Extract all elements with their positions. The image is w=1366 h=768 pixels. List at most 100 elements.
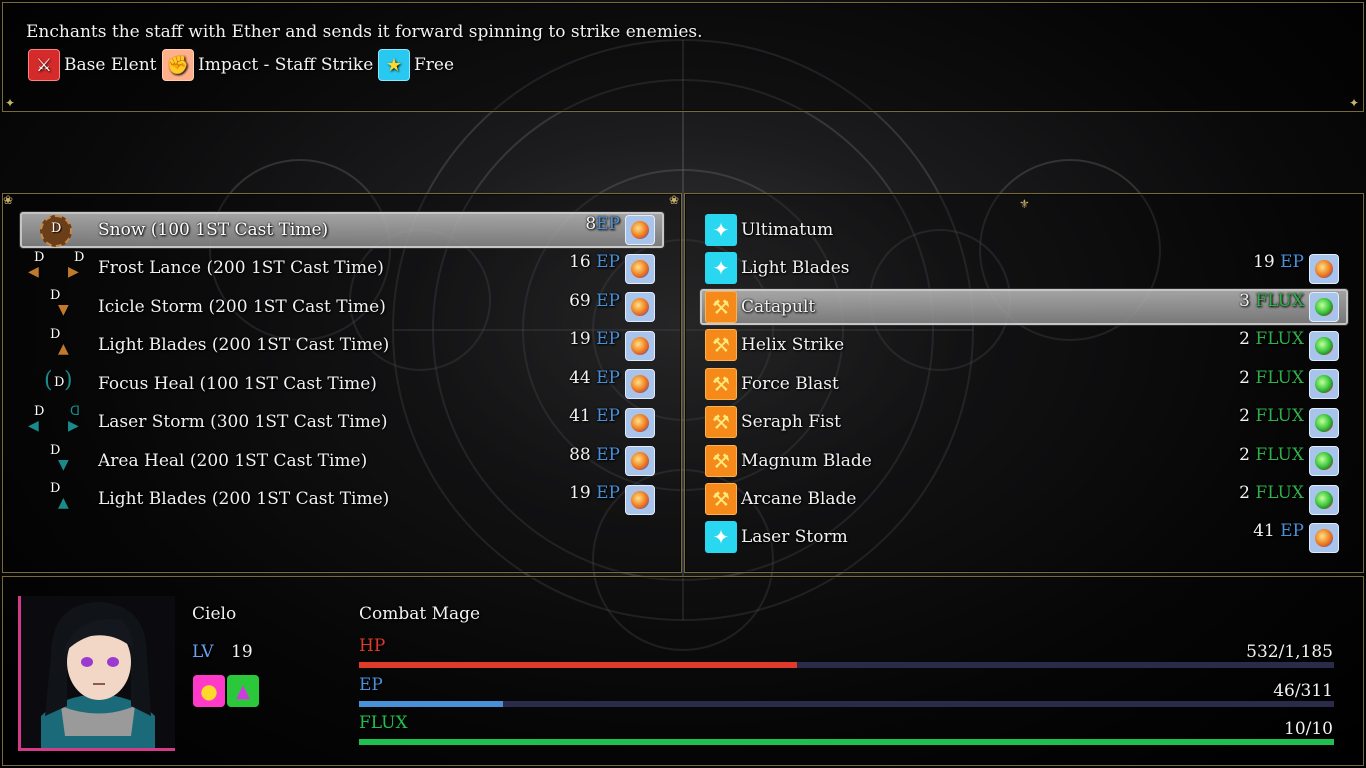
skill-name: Light Blades (200 1ST Cast Time) <box>98 489 390 509</box>
skill-name: Laser Storm (300 1ST Cast Time) <box>98 412 388 432</box>
ep-orb-icon <box>625 215 655 245</box>
skill-name: Light Blades <box>741 258 850 278</box>
skill-name: Focus Heal (100 1ST Cast Time) <box>98 374 377 394</box>
staff-icon: ⚒ <box>705 329 737 361</box>
skill-cost: 16 EP <box>569 252 620 272</box>
staff-icon: ⚒ <box>705 291 737 323</box>
dual-arrow-icon: D ᗡ ◀ ▶ <box>28 404 80 434</box>
frame-corner-ornament: ❀ <box>3 193 14 207</box>
level-label: LV <box>192 642 214 662</box>
ep-orb-icon <box>625 446 655 476</box>
ep-bar <box>359 701 1334 707</box>
flux-orb-icon <box>1309 331 1339 361</box>
red-sword-icon: ⚔ <box>28 49 60 81</box>
ep-orb-icon <box>1309 523 1339 553</box>
dual-arrow-icon: D D ◀ ▶ <box>28 250 85 280</box>
skill-name: Arcane Blade <box>741 489 857 509</box>
ep-bar-fill <box>359 701 504 707</box>
skill-cost: 2 FLUX <box>1239 406 1304 426</box>
ep-label: EP <box>359 675 383 695</box>
skill-name: Ultimatum <box>741 220 834 240</box>
skill-cost: 19 EP <box>569 483 620 503</box>
tag-label: Base Elent <box>64 55 157 75</box>
skill-cost: 19 EP <box>1253 252 1304 272</box>
skill-name: Laser Storm <box>741 527 848 547</box>
skill-name: Area Heal (200 1ST Cast Time) <box>98 451 368 471</box>
skill-cost: 69 EP <box>569 291 620 311</box>
skill-tag-cost: ★ Free <box>378 49 455 81</box>
skill-tag-type: ✊ Impact - Staff Strike <box>162 49 374 81</box>
sun-orb-icon: ● <box>193 675 225 707</box>
flux-orb-icon <box>1309 369 1339 399</box>
ep-orb-icon <box>625 331 655 361</box>
ep-value: 46/311 <box>1273 681 1333 701</box>
flux-bar <box>359 739 1334 745</box>
up-arrow-icon: D ▲ <box>50 481 69 511</box>
skill-cost: 2 FLUX <box>1239 368 1304 388</box>
skill-name: Frost Lance (200 1ST Cast Time) <box>98 258 384 278</box>
flux-orb-icon <box>1309 408 1339 438</box>
skill-name: Catapult <box>741 297 816 317</box>
skill-tag-element: ⚔ Base Elent <box>28 49 157 81</box>
skill-name: Light Blades (200 1ST Cast Time) <box>98 335 390 355</box>
skill-name: Magnum Blade <box>741 451 872 471</box>
hp-bar <box>359 662 1334 668</box>
flux-orb-icon <box>1309 485 1339 515</box>
skill-cost: 41 EP <box>569 406 620 426</box>
skill-cost: 88 EP <box>569 445 620 465</box>
flux-label: FLUX <box>359 713 408 733</box>
frame-corner-ornament: ❀ <box>669 193 680 207</box>
hp-bar-fill <box>359 662 797 668</box>
ep-orb-icon <box>625 485 655 515</box>
staff-icon: ⚒ <box>705 406 737 438</box>
character-portrait <box>21 596 175 748</box>
staff-icon: ⚒ <box>705 368 737 400</box>
sparkle-icon: ✦ <box>705 521 737 553</box>
skill-cost: 8EP <box>585 214 620 234</box>
skill-cost: 41 EP <box>1253 521 1304 541</box>
avatar <box>18 596 175 751</box>
ep-orb-icon <box>625 408 655 438</box>
skill-description: Enchants the staff with Ether and sends … <box>26 22 703 42</box>
impact-icon: ✊ <box>162 49 194 81</box>
frame-corner-ornament: ✦ <box>1349 96 1360 110</box>
flux-orb-icon <box>1309 292 1339 322</box>
skill-cost: 2 FLUX <box>1239 445 1304 465</box>
skill-name: Snow (100 1ST Cast Time) <box>98 220 329 240</box>
character-class: Combat Mage <box>359 604 481 624</box>
level-value: 19 <box>231 642 253 662</box>
snow-rune-icon: D <box>40 213 80 249</box>
ep-orb-icon <box>1309 254 1339 284</box>
flux-orb-icon <box>1309 446 1339 476</box>
skill-cost: 2 FLUX <box>1239 329 1304 349</box>
flux-bar-fill <box>359 739 1334 745</box>
character-name: Cielo <box>192 604 237 624</box>
witch-hat-icon: ▲ <box>227 675 259 707</box>
sparkle-icon: ✦ <box>705 214 737 246</box>
up-arrow-icon: D ▲ <box>50 327 69 357</box>
flux-value: 10/10 <box>1284 719 1333 739</box>
skill-name: Force Blast <box>741 374 839 394</box>
sparkle-icon: ✦ <box>705 252 737 284</box>
down-arrow-icon: D ▼ <box>50 288 69 318</box>
skill-name: Icicle Storm (200 1ST Cast Time) <box>98 297 386 317</box>
skill-cost: 19 EP <box>569 329 620 349</box>
skill-cost: 44 EP <box>569 368 620 388</box>
frame-corner-ornament: ✦ <box>5 96 16 110</box>
tag-label: Free <box>414 55 455 75</box>
staff-icon: ⚒ <box>705 483 737 515</box>
skill-name: Helix Strike <box>741 335 845 355</box>
skill-name: Seraph Fist <box>741 412 841 432</box>
staff-icon: ⚒ <box>705 445 737 477</box>
ep-orb-icon <box>625 254 655 284</box>
ep-orb-icon <box>625 369 655 399</box>
down-arrow-icon: D ▼ <box>50 443 69 473</box>
heal-wing-icon: ( D ) <box>44 368 73 393</box>
frame-corner-ornament: ⚜ <box>1019 197 1030 211</box>
ep-orb-icon <box>625 292 655 322</box>
hp-value: 532/1,185 <box>1246 642 1333 662</box>
skill-cost: 3 FLUX <box>1239 291 1304 311</box>
star-icon: ★ <box>378 49 410 81</box>
status-icons: ● ▲ <box>193 675 259 707</box>
tag-label: Impact - Staff Strike <box>198 55 374 75</box>
